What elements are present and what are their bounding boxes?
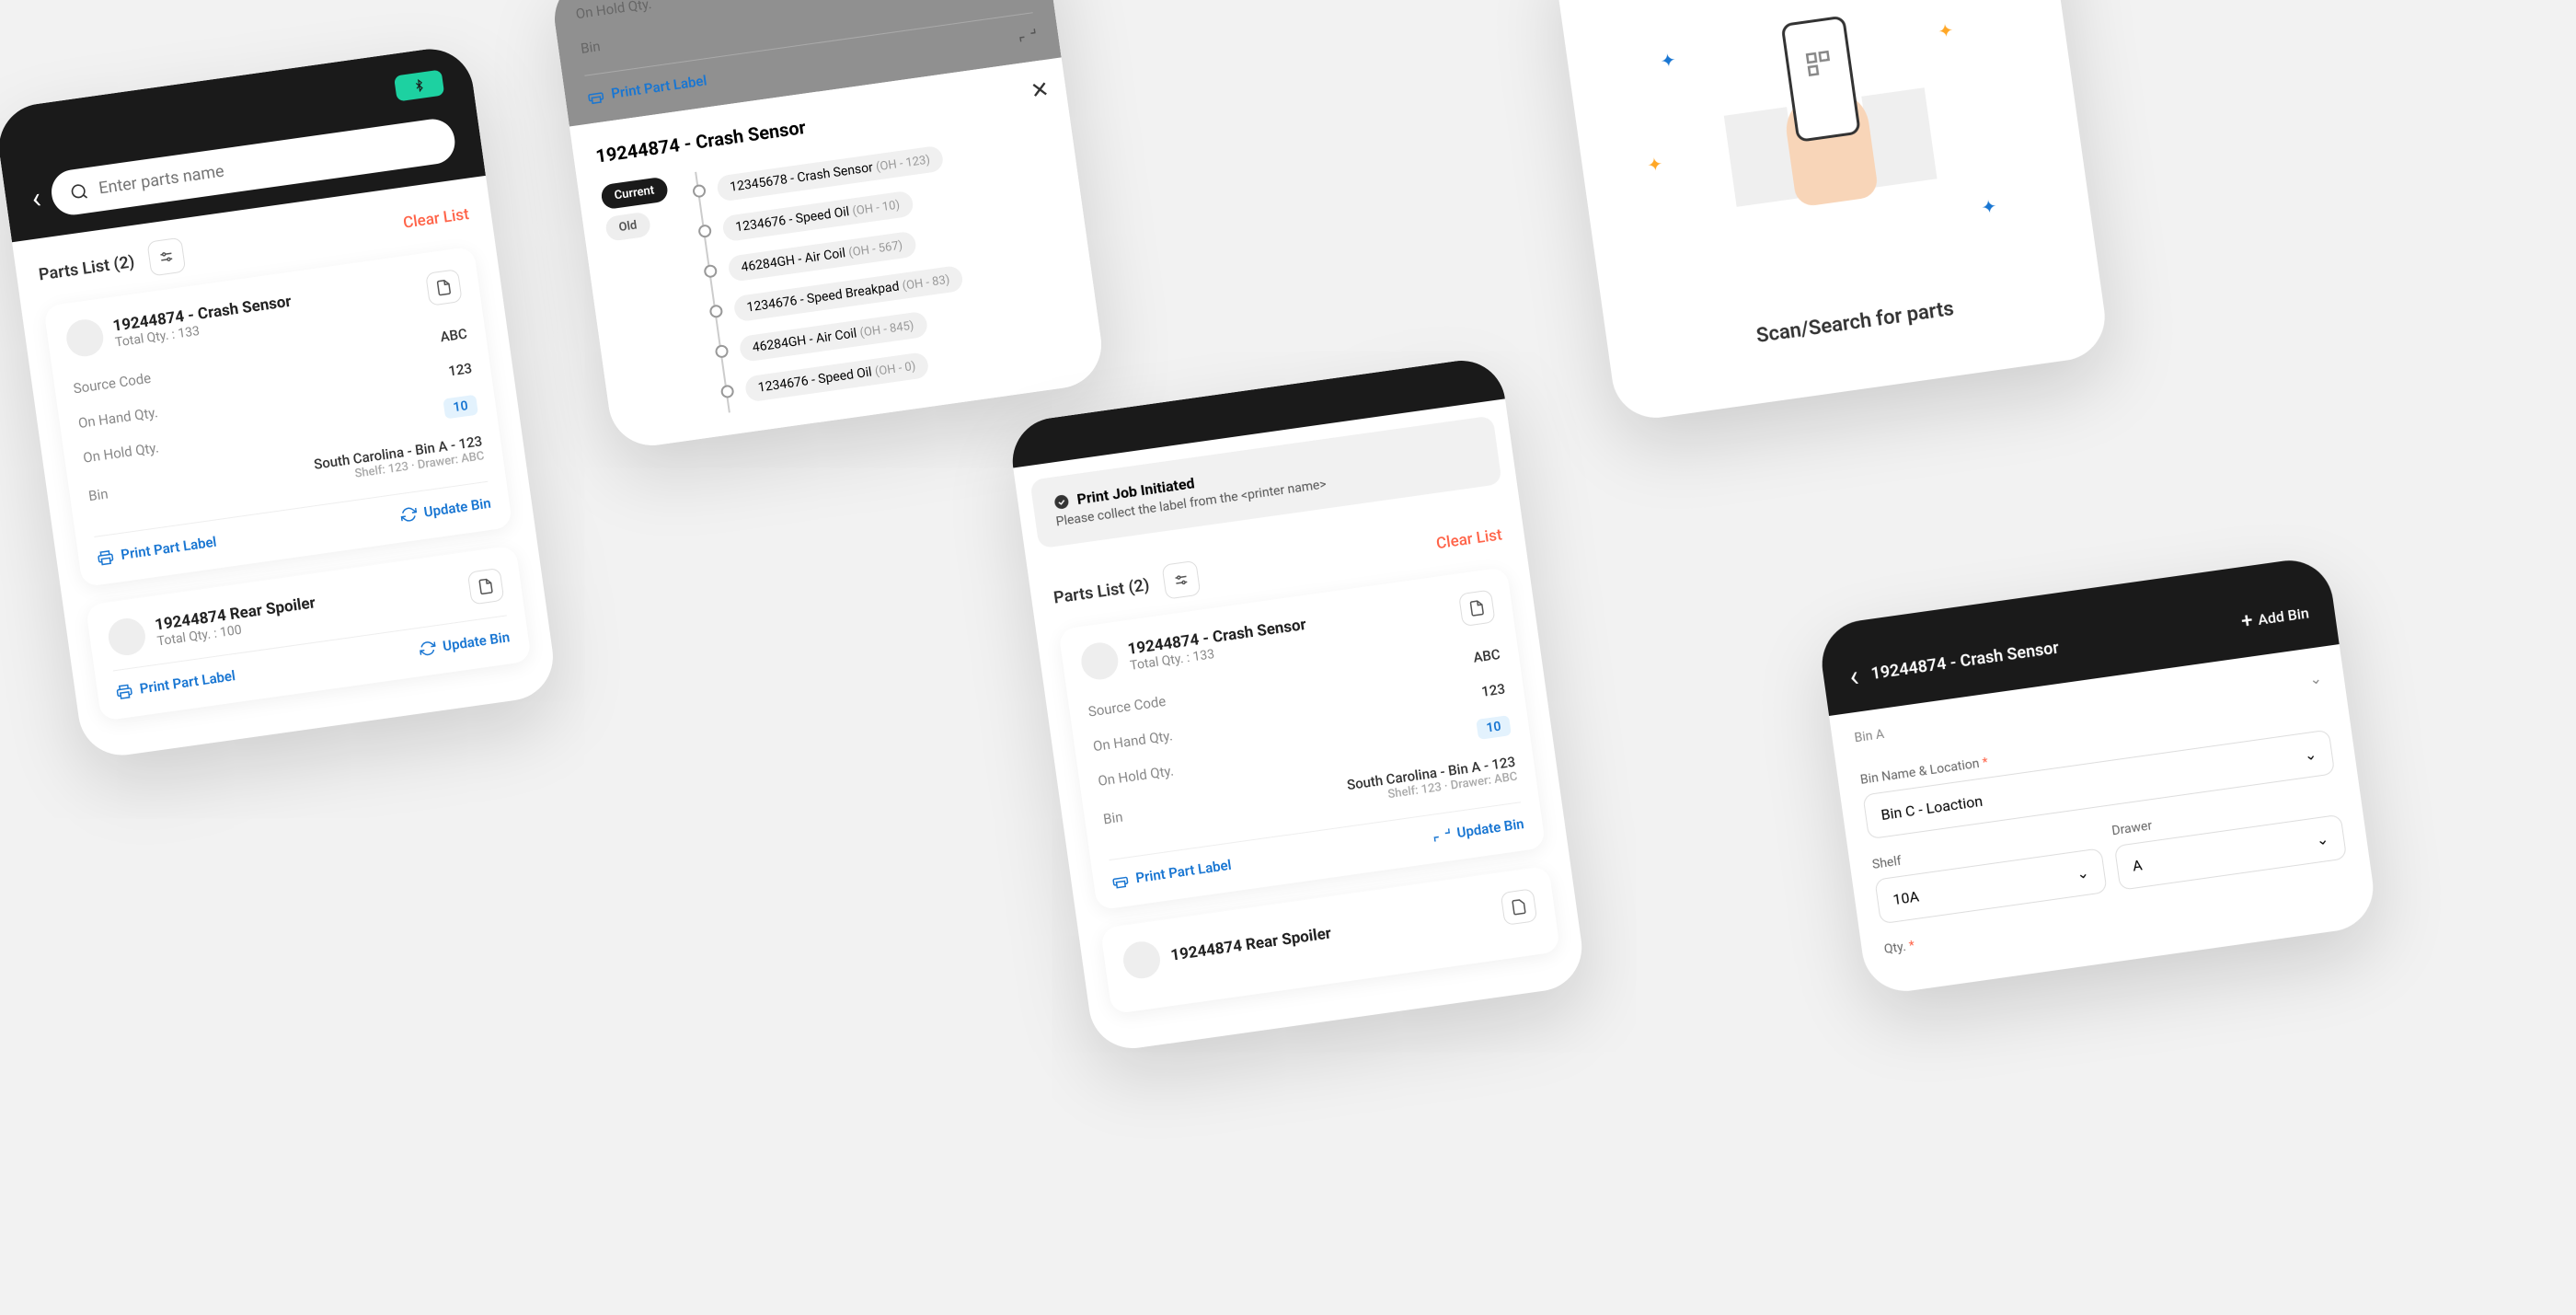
printer-icon [1111, 871, 1130, 889]
bin-label-dim: Bin [580, 38, 602, 57]
document-button[interactable] [1458, 589, 1496, 627]
qr-icon [1803, 48, 1834, 79]
plus-icon: + [2240, 609, 2255, 633]
phone-print-toast: Print Job Initiated Please collect the l… [1007, 355, 1588, 1054]
avatar [106, 616, 147, 657]
bin-a-header: Bin A [1854, 727, 1885, 745]
filter-button[interactable] [146, 237, 186, 277]
print-label-button[interactable]: Print Part Label [96, 534, 217, 567]
history-drawer: ✕ 19244874 - Crash Sensor Current Old 12… [569, 57, 1107, 451]
document-icon [1510, 897, 1528, 916]
refresh-icon [418, 640, 436, 658]
printer-icon [115, 682, 133, 700]
update-bin-button[interactable]: Update Bin [399, 495, 492, 525]
clear-list-button[interactable]: Clear List [402, 205, 470, 233]
parts-list-count: Parts List (2) [1052, 575, 1151, 607]
avatar [64, 317, 106, 359]
onhand-label: On Hand Qty. [77, 404, 159, 432]
phone-scan-empty: ✦ ✦ ✦ ✦ Scan/Search for parts [1551, 0, 2110, 423]
check-circle-icon [1052, 492, 1071, 511]
refresh-icon [399, 505, 418, 524]
printer-icon [96, 548, 114, 566]
header-title: 19244874 - Crash Sensor [1869, 638, 2060, 683]
search-field[interactable] [98, 132, 438, 198]
print-label-button[interactable]: Print Part Label [115, 667, 236, 700]
refresh-icon [1432, 825, 1451, 844]
avatar [1079, 640, 1121, 682]
onhand-value: 123 [447, 360, 473, 379]
document-button[interactable] [467, 568, 505, 606]
part-card: 19244874 - Crash Sensor Total Qty. : 133… [1058, 567, 1546, 910]
qty-label: Qty. [1883, 940, 1907, 957]
document-icon [434, 278, 453, 296]
onhold-badge: 10 [443, 395, 478, 420]
part-title: 19244874 Rear Spoiler [1169, 924, 1332, 964]
print-label-button-dim: Print Part Label [586, 72, 707, 105]
avatar [1121, 940, 1162, 981]
scan-illustration: ✦ ✦ ✦ ✦ [1603, 0, 2057, 305]
back-icon[interactable]: ‹ [29, 179, 43, 215]
parts-list-count: Parts List (2) [38, 252, 136, 284]
bin-label: Bin [87, 485, 111, 518]
document-icon [477, 577, 495, 595]
close-icon[interactable]: ✕ [1029, 76, 1051, 105]
filter-button[interactable] [1161, 560, 1201, 600]
add-bin-button[interactable]: + Add Bin [2240, 601, 2311, 633]
clear-list-button[interactable]: Clear List [1435, 525, 1503, 553]
document-button[interactable] [1501, 888, 1538, 926]
current-tag[interactable]: Current [600, 177, 669, 211]
old-tag[interactable]: Old [604, 212, 651, 242]
back-icon[interactable]: ‹ [1847, 658, 1861, 694]
phone-add-bin: ‹ 19244874 - Crash Sensor + Add Bin Bin … [1816, 555, 2378, 997]
phone-history-drawer: On Hold Qty. Bin Print Part Label ✕ 1924… [549, 0, 1107, 451]
phone-parts-list: ‹ Parts List (2) Clear List 192448 [0, 43, 558, 760]
filter-icon [157, 248, 176, 266]
chevron-down-icon[interactable]: ⌄ [2308, 669, 2323, 688]
refresh-icon [1018, 26, 1037, 44]
onhold-label: On Hold Qty. [82, 439, 160, 469]
bluetooth-badge [394, 70, 444, 102]
chevron-down-icon: ⌄ [2076, 863, 2090, 882]
document-button[interactable] [425, 269, 463, 306]
filter-icon [1172, 571, 1190, 589]
update-bin-button[interactable]: Update Bin [418, 629, 511, 658]
search-icon [68, 181, 89, 202]
onhold-label-dim: On Hold Qty. [575, 0, 653, 22]
update-bin-button[interactable]: Update Bin [1432, 815, 1525, 845]
chevron-down-icon: ⌄ [2303, 745, 2317, 765]
supersession-timeline: 12345678 - Crash Sensor (OH - 123) 12346… [695, 137, 977, 412]
printer-icon [586, 87, 604, 105]
chevron-down-icon: ⌄ [2315, 830, 2329, 849]
source-value: ABC [439, 325, 467, 345]
document-icon [1467, 599, 1486, 617]
source-label: Source Code [73, 370, 153, 398]
part-card: 19244874 - Crash Sensor Total Qty. : 133… [43, 246, 512, 587]
print-label-button[interactable]: Print Part Label [1111, 857, 1233, 890]
